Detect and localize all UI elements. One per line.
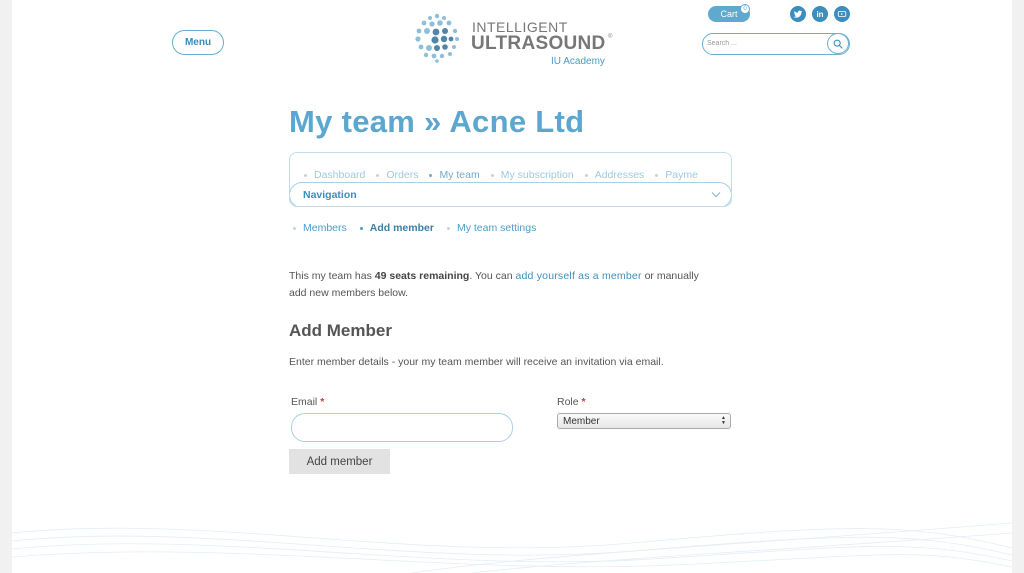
bullet-dot (655, 173, 659, 177)
menu-button[interactable]: Menu (172, 30, 224, 55)
logo-sphere-icon (415, 13, 459, 63)
team-sub-navigation: Members Add member My team settings (293, 222, 549, 234)
page: Menu INTELLIGENT ULTRASOUND ® IU Academy… (12, 0, 1012, 573)
nav-item-label: Dashboard (314, 169, 366, 181)
logo-text-academy: IU Academy (551, 56, 605, 67)
bullet-dot (446, 226, 450, 230)
select-arrows-icon: ▲ ▼ (721, 415, 726, 426)
add-member-button[interactable]: Add member (289, 449, 390, 474)
navigation-toggle[interactable]: Navigation (290, 182, 731, 206)
seats-remaining: 49 seats remaining (374, 270, 470, 282)
cart-count-badge: 0 (740, 4, 750, 14)
add-member-description: Enter member details - your my team memb… (289, 356, 664, 368)
logo-registered-mark: ® (608, 34, 613, 40)
nav-item-label: My subscription (500, 169, 574, 181)
linkedin-link[interactable]: in (812, 6, 828, 22)
nav-item-label: Orders (386, 169, 419, 181)
role-selected-value: Member (563, 415, 600, 427)
search-box (702, 33, 850, 55)
site-logo[interactable]: INTELLIGENT ULTRASOUND ® IU Academy (410, 10, 620, 68)
nav-item-label: Payme (665, 169, 698, 181)
logo-text-ultrasound: ULTRASOUND (471, 33, 606, 54)
bullet-dot (584, 173, 588, 177)
chevron-down-icon (711, 192, 721, 198)
youtube-link[interactable] (834, 6, 850, 22)
sub-nav-my-team-settings[interactable]: My team settings (446, 222, 549, 234)
nav-item-addresses[interactable]: Addresses (584, 167, 656, 183)
bullet-dot (304, 173, 307, 177)
sub-nav-label: Members (303, 222, 347, 234)
add-member-heading: Add Member (289, 321, 392, 340)
nav-item-my-team[interactable]: My team (429, 167, 490, 183)
twitter-icon (793, 10, 803, 18)
email-label: Email * (291, 396, 324, 408)
intro-text-middle: . You can (469, 270, 516, 282)
sub-nav-add-member[interactable]: Add member (359, 222, 447, 234)
youtube-icon (837, 11, 847, 17)
bullet-dot (359, 226, 363, 230)
email-field[interactable] (291, 413, 513, 442)
role-label: Role * (557, 396, 586, 408)
role-label-text: Role (557, 396, 579, 408)
nav-item-my-subscription[interactable]: My subscription (490, 167, 585, 183)
linkedin-icon: in (816, 9, 824, 19)
nav-item-label: Addresses (594, 169, 645, 181)
search-icon (833, 39, 843, 49)
add-yourself-link[interactable]: add yourself as a member (515, 270, 641, 282)
nav-item-orders[interactable]: Orders (376, 167, 429, 183)
required-mark: * (320, 396, 325, 408)
sub-nav-label: Add member (369, 222, 434, 234)
search-input[interactable] (707, 36, 825, 51)
seats-intro-text: This my team has 49 seats remaining. You… (289, 268, 719, 302)
required-mark: * (581, 396, 586, 408)
intro-text-before: This my team has (289, 270, 375, 282)
bullet-dot (490, 173, 494, 177)
twitter-link[interactable] (790, 6, 806, 22)
page-title: My team » Acne Ltd (289, 104, 585, 139)
bullet-dot (429, 173, 433, 177)
sub-nav-members[interactable]: Members (293, 222, 360, 234)
bullet-dot (293, 226, 296, 230)
sub-nav-label: My team settings (456, 222, 537, 234)
bullet-dot (376, 173, 380, 177)
search-button[interactable] (827, 33, 849, 54)
nav-item-dashboard[interactable]: Dashboard (304, 167, 376, 183)
email-label-text: Email (291, 396, 318, 408)
account-nav-list: Dashboard Orders My team My subscription… (304, 167, 724, 183)
role-select[interactable]: Member ▲ ▼ (557, 413, 731, 429)
nav-item-label: My team (439, 169, 480, 181)
navigation-toggle-label: Navigation (303, 189, 357, 201)
background-waves (12, 522, 1012, 573)
account-navigation: Dashboard Orders My team My subscription… (289, 152, 732, 207)
